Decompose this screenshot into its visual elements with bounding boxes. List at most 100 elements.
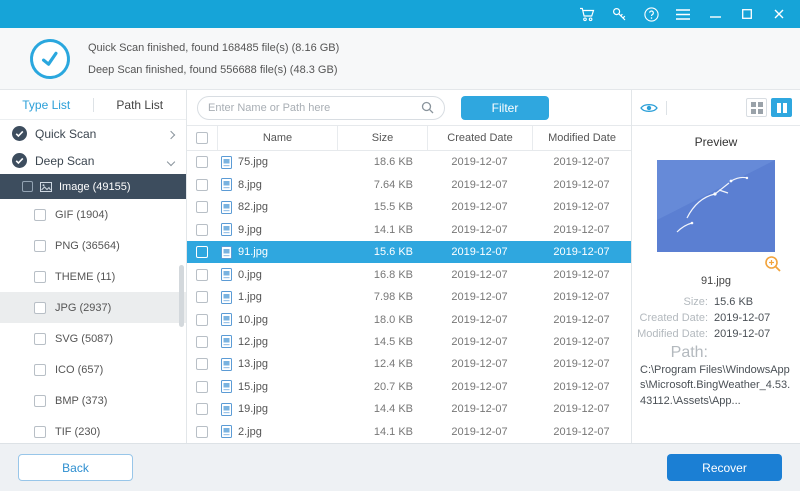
file-size: 16.8 KB <box>337 263 427 285</box>
row-checkbox[interactable] <box>196 403 208 415</box>
sidebar-item-png[interactable]: PNG (36564) <box>0 230 186 261</box>
row-checkbox[interactable] <box>196 246 208 258</box>
table-row[interactable]: 9.jpg14.1 KB2019-12-072019-12-07 <box>187 218 631 240</box>
scan-status-header: Quick Scan finished, found 168485 file(s… <box>0 28 800 90</box>
table-row[interactable]: 91.jpg15.6 KB2019-12-072019-12-07 <box>187 241 631 263</box>
file-modified-date: 2019-12-07 <box>532 331 631 353</box>
row-checkbox[interactable] <box>196 179 208 191</box>
sidebar-item-deep-scan[interactable]: Deep Scan <box>0 147 186 174</box>
file-modified-date: 2019-12-07 <box>532 241 631 263</box>
table-row[interactable]: 12.jpg14.5 KB2019-12-072019-12-07 <box>187 331 631 353</box>
column-header-name[interactable]: Name <box>217 126 337 150</box>
select-all-checkbox[interactable] <box>196 132 208 144</box>
column-header-modified-date[interactable]: Modified Date <box>532 126 631 150</box>
table-row[interactable]: 13.jpg12.4 KB2019-12-072019-12-07 <box>187 353 631 375</box>
thumbnail-view-button[interactable] <box>746 98 767 117</box>
help-icon[interactable] <box>642 5 660 23</box>
maximize-icon[interactable] <box>738 5 756 23</box>
chevron-right-icon[interactable] <box>168 127 174 141</box>
row-checkbox[interactable] <box>196 336 208 348</box>
row-checkbox[interactable] <box>196 201 208 213</box>
row-checkbox[interactable] <box>196 381 208 393</box>
sidebar-scrollbar[interactable] <box>179 265 184 327</box>
file-size: 7.64 KB <box>337 173 427 195</box>
recover-button[interactable]: Recover <box>667 454 782 481</box>
folder-checkbox[interactable] <box>22 181 33 192</box>
column-header-size[interactable]: Size <box>337 126 427 150</box>
preview-filename: 91.jpg <box>632 275 800 287</box>
back-button[interactable]: Back <box>18 454 133 481</box>
table-row[interactable]: 10.jpg18.0 KB2019-12-072019-12-07 <box>187 308 631 330</box>
file-name: 10.jpg <box>238 314 268 326</box>
file-size: 12.4 KB <box>337 353 427 375</box>
type-checkbox[interactable] <box>34 426 46 438</box>
file-toolbar: Filter <box>187 90 631 126</box>
eye-icon[interactable] <box>640 102 658 114</box>
file-created-date: 2019-12-07 <box>427 241 532 263</box>
table-row[interactable]: 19.jpg14.4 KB2019-12-072019-12-07 <box>187 398 631 420</box>
table-row[interactable]: 75.jpg18.6 KB2019-12-072019-12-07 <box>187 151 631 173</box>
file-created-date: 2019-12-07 <box>427 331 532 353</box>
row-checkbox[interactable] <box>196 314 208 326</box>
tab-path-list[interactable]: Path List <box>94 98 187 112</box>
type-checkbox[interactable] <box>34 364 46 376</box>
row-checkbox[interactable] <box>196 156 208 168</box>
type-checkbox[interactable] <box>34 395 46 407</box>
type-checkbox[interactable] <box>34 302 46 314</box>
row-checkbox[interactable] <box>196 358 208 370</box>
row-checkbox[interactable] <box>196 291 208 303</box>
sidebar-item-ico[interactable]: ICO (657) <box>0 354 186 385</box>
preview-detail-row: Modified Date:2019-12-07 <box>632 328 800 340</box>
sidebar-item-tif[interactable]: TIF (230) <box>0 416 186 443</box>
minimize-icon[interactable] <box>706 5 724 23</box>
search-icon[interactable] <box>421 101 434 114</box>
file-created-date: 2019-12-07 <box>427 353 532 375</box>
sidebar-item-theme[interactable]: THEME (11) <box>0 261 186 292</box>
menu-icon[interactable] <box>674 5 692 23</box>
view-toggle-group <box>746 98 792 117</box>
sidebar-item-gif[interactable]: GIF (1904) <box>0 199 186 230</box>
row-checkbox[interactable] <box>196 224 208 236</box>
file-modified-date: 2019-12-07 <box>532 376 631 398</box>
close-icon[interactable] <box>770 5 788 23</box>
detail-value: 15.6 KB <box>714 296 753 308</box>
file-size: 15.5 KB <box>337 196 427 218</box>
file-created-date: 2019-12-07 <box>427 196 532 218</box>
file-created-date: 2019-12-07 <box>427 376 532 398</box>
row-checkbox[interactable] <box>196 269 208 281</box>
search-input[interactable] <box>208 102 421 114</box>
detail-label: Created Date: <box>632 312 714 324</box>
key-icon[interactable] <box>610 5 628 23</box>
filter-button[interactable]: Filter <box>461 96 549 120</box>
preview-toolbar-left <box>640 101 667 115</box>
file-name: 13.jpg <box>238 358 268 370</box>
file-modified-date: 2019-12-07 <box>532 308 631 330</box>
detail-view-button[interactable] <box>771 98 792 117</box>
sidebar-item-svg[interactable]: SVG (5087) <box>0 323 186 354</box>
table-row[interactable]: 8.jpg7.64 KB2019-12-072019-12-07 <box>187 173 631 195</box>
cart-icon[interactable] <box>578 5 596 23</box>
image-folder-label: Image (49155) <box>59 181 131 193</box>
type-checkbox[interactable] <box>34 271 46 283</box>
select-all-cell <box>187 126 217 150</box>
chevron-down-icon[interactable] <box>168 154 174 168</box>
row-checkbox[interactable] <box>196 426 208 438</box>
type-checkbox[interactable] <box>34 240 46 252</box>
type-checkbox[interactable] <box>34 333 46 345</box>
type-checkbox[interactable] <box>34 209 46 221</box>
sidebar-folder-image[interactable]: Image (49155) <box>0 174 186 199</box>
tab-type-list[interactable]: Type List <box>0 98 93 112</box>
table-row[interactable]: 15.jpg20.7 KB2019-12-072019-12-07 <box>187 376 631 398</box>
table-row[interactable]: 1.jpg7.98 KB2019-12-072019-12-07 <box>187 286 631 308</box>
sidebar-item-jpg[interactable]: JPG (2937) <box>0 292 186 323</box>
sidebar-item-bmp[interactable]: BMP (373) <box>0 385 186 416</box>
preview-panel: Preview <box>632 90 800 443</box>
zoom-in-icon[interactable] <box>764 255 782 273</box>
sidebar-item-quick-scan[interactable]: Quick Scan <box>0 120 186 147</box>
table-row[interactable]: 0.jpg16.8 KB2019-12-072019-12-07 <box>187 263 631 285</box>
table-row[interactable]: 2.jpg14.1 KB2019-12-072019-12-07 <box>187 421 631 443</box>
file-created-date: 2019-12-07 <box>427 263 532 285</box>
file-modified-date: 2019-12-07 <box>532 421 631 443</box>
table-row[interactable]: 82.jpg15.5 KB2019-12-072019-12-07 <box>187 196 631 218</box>
column-header-created-date[interactable]: Created Date <box>427 126 532 150</box>
